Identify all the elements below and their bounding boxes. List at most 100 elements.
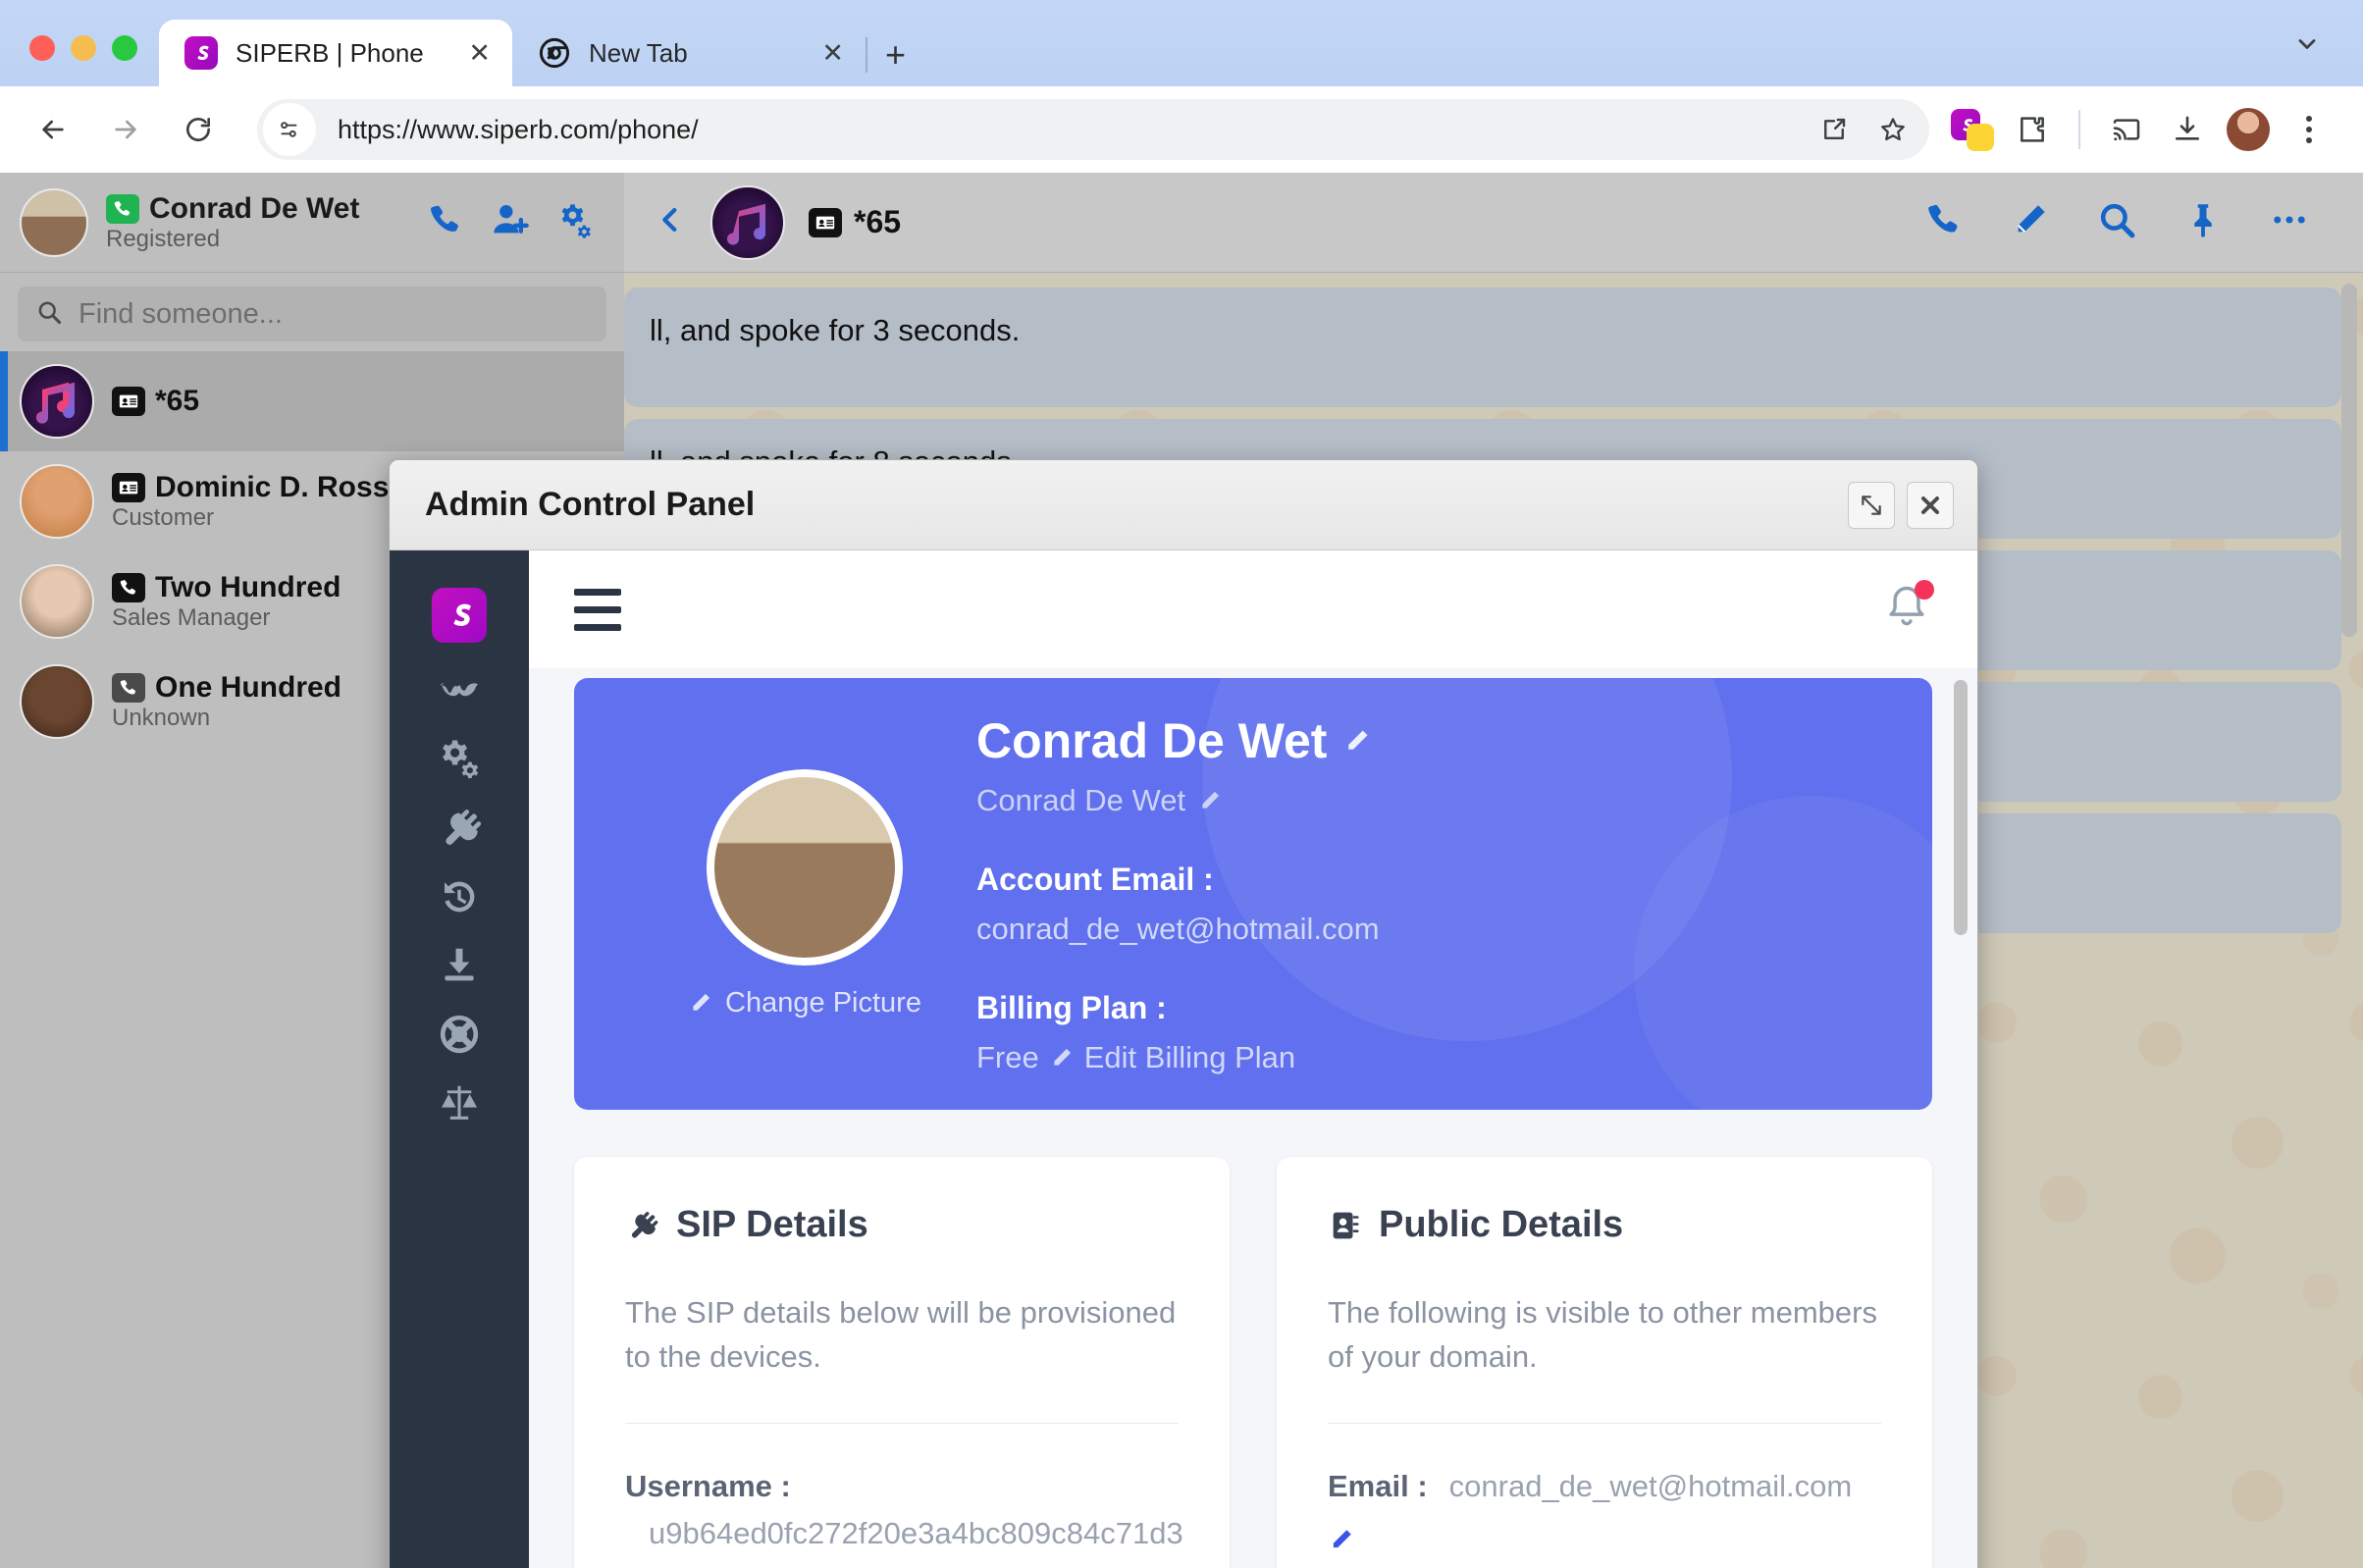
avatar [710, 184, 785, 260]
bookmark-star-icon[interactable] [1866, 103, 1919, 156]
extensions-puzzle-icon[interactable] [2004, 101, 2061, 158]
profile-name: Conrad De Wet [976, 713, 1328, 768]
profile-avatar[interactable] [2220, 101, 2277, 158]
modal-scrollbar[interactable] [1954, 680, 1968, 1568]
search-icon[interactable] [2096, 199, 2137, 245]
scrollbar-thumb[interactable] [1954, 680, 1968, 935]
omnibox-actions [1808, 103, 1919, 156]
modal-title: Admin Control Panel [425, 486, 756, 523]
siperb-extension-icon[interactable] [1943, 101, 2000, 158]
sidebar-item-sip[interactable] [390, 794, 529, 862]
public-email-value: conrad_de_wet@hotmail.com [1448, 1468, 1853, 1503]
tabstrip-right [2277, 0, 2363, 86]
public-details-card: Public Details The following is visible … [1277, 1157, 1932, 1568]
search-box[interactable] [18, 287, 606, 341]
scrollbar-thumb[interactable] [2341, 284, 2357, 637]
add-contact-icon[interactable] [491, 200, 530, 244]
close-icon[interactable]: ✕ [468, 39, 491, 67]
avatar [20, 664, 94, 739]
search-input[interactable] [79, 297, 589, 331]
admin-sidebar [390, 550, 529, 1568]
sidebar-item-dashboard[interactable] [390, 656, 529, 725]
call-icon[interactable] [1923, 199, 1965, 245]
admin-content: Change Picture Conrad De Wet Conrad De W… [529, 668, 1977, 1568]
minimize-window-button[interactable] [71, 35, 96, 61]
public-email-label: Email : [1328, 1468, 1428, 1503]
sidebar-item-settings[interactable] [390, 725, 529, 794]
settings-gears-icon[interactable] [555, 200, 595, 244]
sidebar-item-legal[interactable] [390, 1069, 529, 1137]
list-item-label: *65 [155, 385, 200, 417]
conversation-title-row: *65 [809, 204, 901, 240]
open-in-new-icon[interactable] [1808, 103, 1861, 156]
notification-badge [1915, 579, 1934, 600]
new-tab-button[interactable]: + [881, 37, 923, 86]
browser-tabstrip: SIPERB | Phone ✕ New Tab ✕ + [0, 0, 2363, 86]
list-item[interactable]: *65 [0, 351, 624, 451]
billing-plan-label: Billing Plan : [976, 990, 1167, 1025]
contact-search-row [0, 273, 624, 351]
modal-header: Admin Control Panel [390, 460, 1977, 550]
dial-icon[interactable] [426, 200, 465, 244]
forward-icon[interactable] [98, 102, 153, 157]
sidebar-item-history[interactable] [390, 862, 529, 931]
maximize-window-button[interactable] [112, 35, 137, 61]
tab-siperb-phone[interactable]: SIPERB | Phone ✕ [159, 20, 512, 86]
edit-pencil-icon[interactable] [2010, 199, 2051, 245]
reload-icon[interactable] [171, 102, 226, 157]
message-bubble: ll, and spoke for 3 seconds. [624, 287, 2341, 407]
avatar [20, 464, 94, 539]
notification-bell-icon[interactable] [1881, 579, 1934, 638]
pin-icon[interactable] [2182, 199, 2224, 245]
profile-info-block: Conrad De Wet Conrad De Wet Account Emai… [967, 712, 1864, 1075]
edit-alias-icon[interactable] [1197, 788, 1223, 813]
address-bar[interactable]: https://www.siperb.com/phone/ [257, 99, 1929, 160]
public-details-title-row: Public Details [1328, 1204, 1881, 1246]
public-email-field: Email : conrad_de_wet@hotmail.com [1328, 1469, 1881, 1553]
sidebar-item-downloads[interactable] [390, 931, 529, 1000]
back-icon[interactable] [26, 102, 80, 157]
hamburger-icon[interactable] [574, 588, 621, 631]
avatar [20, 187, 88, 257]
message-scrollbar[interactable] [2341, 284, 2357, 1558]
chrome-menu-icon[interactable] [2281, 101, 2337, 158]
edit-pencil-icon[interactable] [1049, 1045, 1075, 1071]
downloads-icon[interactable] [2159, 101, 2216, 158]
tab-title: New Tab [589, 37, 688, 68]
close-icon[interactable] [1907, 481, 1954, 529]
sip-details-card: SIP Details The SIP details below will b… [574, 1157, 1230, 1568]
chevron-down-icon[interactable] [2277, 14, 2337, 75]
list-item-subtitle: Sales Manager [112, 604, 271, 631]
edit-email-icon[interactable] [1328, 1526, 1355, 1553]
popout-icon[interactable] [1848, 481, 1895, 529]
detail-cards: SIP Details The SIP details below will b… [574, 1157, 1932, 1568]
public-details-title: Public Details [1379, 1204, 1624, 1245]
browser-window: SIPERB | Phone ✕ New Tab ✕ + https://www… [0, 0, 2363, 1568]
settings-gears-icon [443, 740, 479, 779]
download-icon [445, 948, 474, 981]
tab-new-tab[interactable]: New Tab ✕ [512, 20, 866, 86]
billing-plan-value: Free [976, 1040, 1039, 1074]
edit-billing-plan-link[interactable]: Edit Billing Plan [1084, 1040, 1295, 1075]
page-viewport: Conrad De Wet Registered Find someone...… [0, 173, 2363, 1568]
current-user-bar: Conrad De Wet Registered [0, 173, 624, 273]
site-settings-icon[interactable] [263, 103, 316, 156]
chevron-left-icon[interactable] [654, 203, 687, 241]
close-window-button[interactable] [29, 35, 55, 61]
avatar [707, 768, 903, 966]
edit-name-icon[interactable] [1342, 726, 1372, 756]
change-picture-button[interactable]: Change Picture [688, 987, 921, 1019]
sip-username-field: Username : u9b64ed0fc272f20e3a4bc809c84c… [625, 1469, 1183, 1551]
account-email-label: Account Email : [976, 862, 1214, 897]
sip-username-value: u9b64ed0fc272f20e3a4bc809c84c71d3 [649, 1515, 1183, 1550]
sidebar-item-siperb[interactable] [390, 574, 529, 656]
plug-icon [631, 1211, 658, 1237]
more-dots-icon[interactable] [2269, 199, 2310, 245]
change-picture-label: Change Picture [725, 986, 921, 1019]
current-user-name-row: Conrad De Wet [106, 192, 408, 226]
siperb-icon [184, 36, 218, 70]
admin-topbar [529, 550, 1977, 668]
sidebar-item-support[interactable] [390, 1000, 529, 1069]
cast-icon[interactable] [2098, 101, 2155, 158]
close-icon[interactable]: ✕ [821, 39, 844, 67]
